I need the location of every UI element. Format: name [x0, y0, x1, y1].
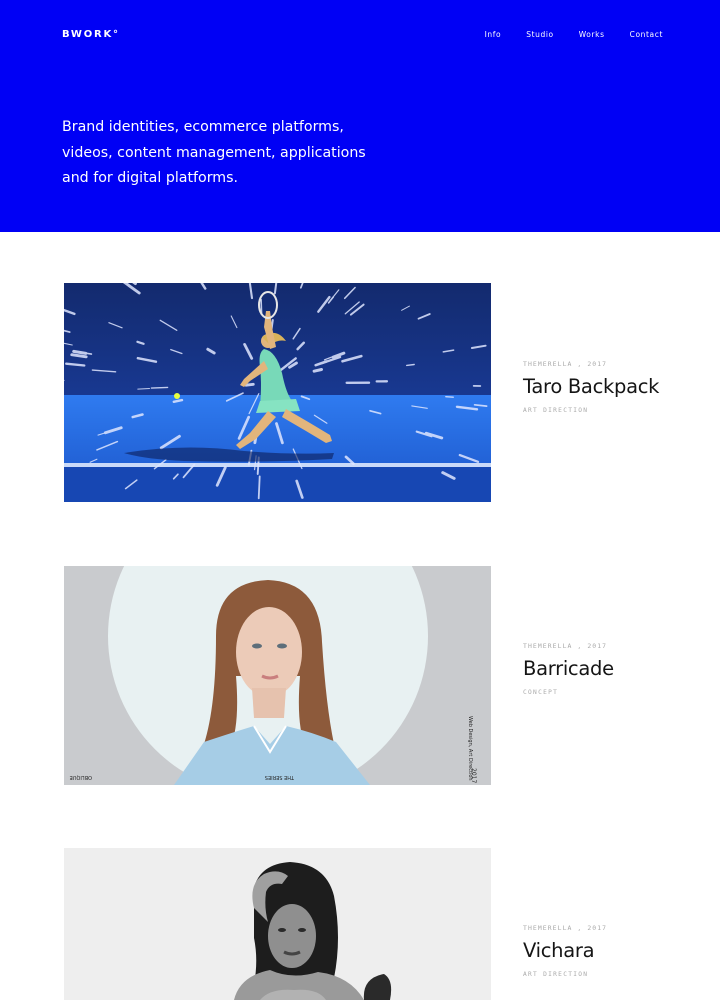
logo[interactable]: BWORK°: [62, 29, 120, 40]
motion-streak: [172, 398, 184, 404]
work-title[interactable]: Vichara: [523, 939, 607, 962]
hero-banner: BWORK° Info Studio Works Contact Brand i…: [0, 0, 720, 232]
main-nav: Info Studio Works Contact: [460, 30, 663, 39]
work-category: CONCEPT: [523, 689, 559, 696]
bw-portrait-photo: [64, 848, 491, 1000]
work-meta: THEMERELLA , 2017 Barricade CONCEPT: [523, 642, 614, 696]
motion-streak: [72, 349, 88, 355]
tagline-line: and for digital platforms.: [62, 170, 239, 186]
tagline-line: Brand identities, ecommerce platforms,: [62, 119, 344, 135]
work-meta: THEMERELLA , 2017 Vichara ART DIRECTION: [523, 924, 607, 978]
image-caption-center: THE SERIES: [265, 774, 295, 780]
motion-streak: [273, 283, 278, 295]
work-category: ART DIRECTION: [523, 407, 589, 414]
work-client: THEMERELLA , 2017: [523, 642, 608, 650]
work-image-tennis[interactable]: [64, 283, 491, 502]
image-caption-left: OBLIQUE: [70, 774, 92, 780]
work-client: THEMERELLA , 2017: [523, 924, 608, 932]
motion-streak: [150, 386, 169, 389]
work-image-barricade[interactable]: OBLIQUE THE SERIES Web Design, Art Direc…: [64, 566, 491, 785]
hero-tagline: Brand identities, ecommerce platforms, v…: [62, 115, 382, 192]
work-title[interactable]: Taro Backpack: [523, 375, 659, 398]
motion-streak: [445, 396, 454, 398]
work-image-vichara[interactable]: [64, 848, 491, 1000]
image-caption-year: 2017: [470, 768, 477, 783]
work-client: THEMERELLA , 2017: [523, 360, 608, 368]
nav-works[interactable]: Works: [579, 30, 605, 39]
motion-streak: [406, 363, 415, 367]
tagline-line: videos, content management, applications: [62, 144, 366, 161]
tennis-player-photo: [64, 283, 491, 502]
motion-streak: [137, 388, 150, 390]
nav-info[interactable]: Info: [485, 30, 502, 39]
nav-studio[interactable]: Studio: [526, 30, 554, 39]
motion-streak: [244, 382, 255, 387]
nav-contact[interactable]: Contact: [630, 30, 663, 39]
motion-streak: [312, 368, 323, 373]
motion-streak: [70, 353, 88, 359]
portrait-woman-circle-photo: OBLIQUE THE SERIES Web Design, Art Direc…: [64, 566, 491, 785]
motion-streak: [257, 475, 261, 500]
work-meta: THEMERELLA , 2017 Taro Backpack ART DIRE…: [523, 360, 659, 414]
work-title[interactable]: Barricade: [523, 657, 614, 680]
work-category: ART DIRECTION: [523, 971, 589, 978]
